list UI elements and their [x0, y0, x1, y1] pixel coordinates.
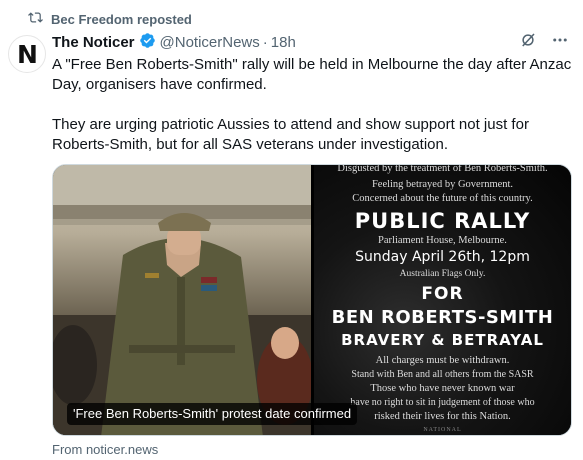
poster-name: BEN ROBERTS-SMITH — [331, 307, 554, 328]
author-handle[interactable]: @NoticerNews — [160, 34, 260, 51]
soldier-photo — [53, 165, 313, 435]
poster-heading: PUBLIC RALLY — [354, 209, 531, 233]
separator-dot: · — [262, 33, 268, 51]
poster-footer: NATIONAL — [423, 427, 462, 433]
repost-label: Bec Freedom reposted — [51, 11, 192, 27]
post-paragraph: They are urging patriotic Aussies to att… — [52, 116, 529, 153]
poster-for: FOR — [421, 284, 464, 304]
poster-line: All charges must be withdrawn. — [375, 355, 510, 366]
avatar-logo-letter: N — [17, 39, 38, 69]
post-text: A "Free Ben Roberts-Smith" rally will be… — [52, 55, 572, 155]
poster-line: Disgusted by the treatment of Ben Robert… — [337, 164, 548, 174]
author-name[interactable]: The Noticer — [52, 34, 135, 51]
card-source-link[interactable]: From noticer.news — [52, 442, 158, 457]
more-options-icon[interactable] — [551, 31, 569, 53]
poster-line: Those who have never known war — [370, 383, 515, 394]
avatar[interactable]: N — [8, 35, 46, 73]
post-paragraph: A "Free Ben Roberts-Smith" rally will be… — [52, 56, 572, 93]
poster-line: Feeling betrayed by Government. — [371, 179, 514, 190]
grok-icon[interactable] — [519, 31, 537, 53]
poster-line: Concerned about the future of this count… — [352, 193, 533, 204]
poster-flags: Australian Flags Only. — [399, 269, 486, 279]
verified-badge-icon — [135, 32, 156, 53]
repost-icon — [28, 10, 43, 28]
link-card[interactable]: Disgusted by the treatment of Ben Robert… — [52, 164, 572, 436]
post-timestamp[interactable]: 18h — [271, 34, 296, 51]
repost-indicator[interactable]: Bec Freedom reposted — [28, 10, 192, 28]
post-header: The Noticer @NoticerNews · 18h — [52, 32, 569, 52]
poster-theme: BRAVERY & BETRAYAL — [341, 331, 544, 349]
rally-poster: Disgusted by the treatment of Ben Robert… — [314, 164, 571, 435]
poster-date: Sunday April 26th, 12pm — [355, 249, 530, 265]
poster-location: Parliament House, Melbourne. — [378, 235, 507, 246]
poster-line: Stand with Ben and all others from the S… — [351, 369, 534, 380]
card-caption: 'Free Ben Roberts-Smith' protest date co… — [67, 403, 358, 425]
